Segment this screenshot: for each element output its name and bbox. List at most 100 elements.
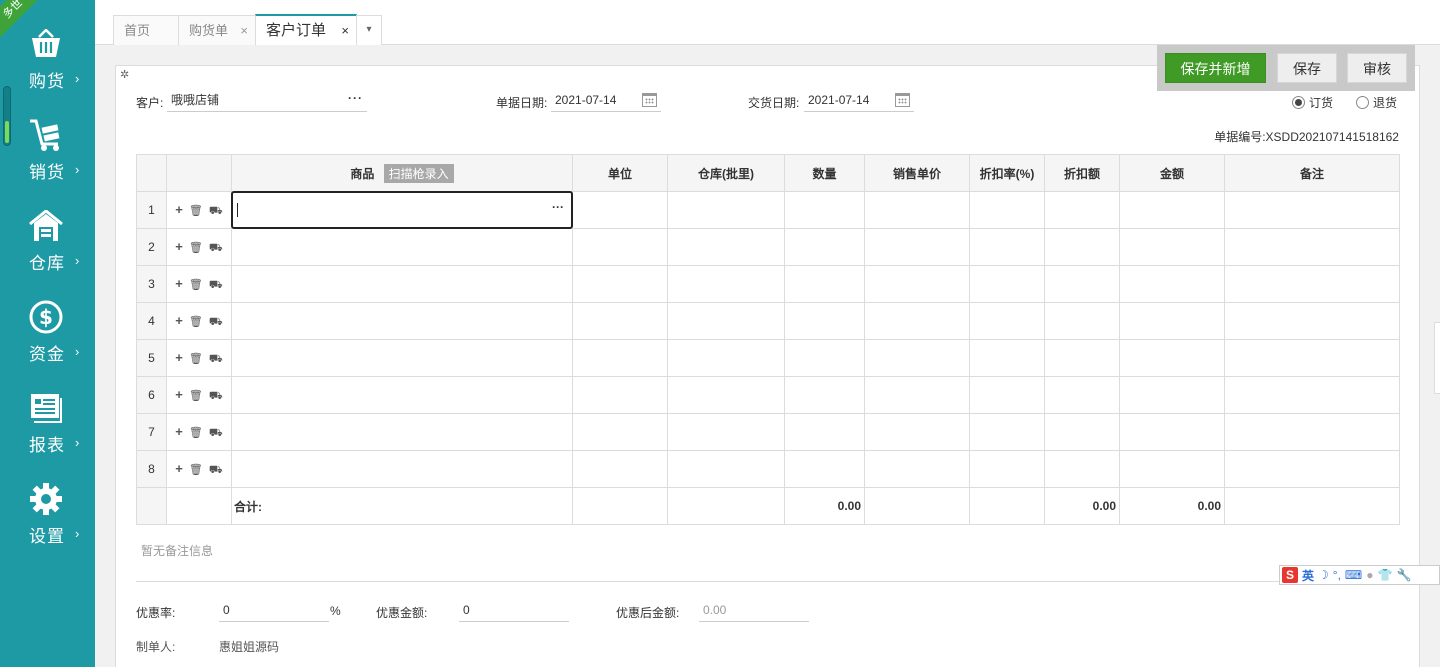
discount-amount-cell[interactable] <box>1044 265 1120 303</box>
add-row-icon[interactable]: + <box>175 202 183 217</box>
discount-rate-cell[interactable] <box>969 450 1045 488</box>
add-row-icon[interactable]: + <box>175 313 183 328</box>
settings-cog-icon[interactable]: ✲ <box>120 68 129 81</box>
amount-cell[interactable] <box>1119 450 1225 488</box>
discount-rate-cell[interactable] <box>969 339 1045 377</box>
sidebar-item-reports[interactable]: 报表 › <box>0 390 95 470</box>
unit-price-cell[interactable] <box>864 339 970 377</box>
remark-cell[interactable] <box>1224 413 1400 451</box>
delete-row-icon[interactable]: 🗑 <box>189 464 203 476</box>
unit-cell[interactable] <box>572 265 668 303</box>
remark-cell[interactable] <box>1224 191 1400 229</box>
product-cell[interactable] <box>231 302 573 340</box>
close-icon[interactable]: × <box>240 16 248 45</box>
quantity-cell[interactable] <box>784 413 865 451</box>
audit-button[interactable]: 审核 <box>1347 53 1407 83</box>
discount-amount-input[interactable]: 0 <box>459 600 569 622</box>
product-cell[interactable] <box>231 413 573 451</box>
amount-cell[interactable] <box>1119 228 1225 266</box>
more-dots-icon[interactable]: ··· <box>348 88 363 108</box>
quantity-cell[interactable] <box>784 339 865 377</box>
order-type-order-radio[interactable]: 订货 <box>1292 94 1333 111</box>
amount-cell[interactable] <box>1119 265 1225 303</box>
order-type-return-radio[interactable]: 退货 <box>1356 94 1397 111</box>
warehouse-cell[interactable] <box>667 228 785 266</box>
discount-amount-cell[interactable] <box>1044 302 1120 340</box>
unit-price-cell[interactable] <box>864 228 970 266</box>
cart-icon[interactable]: ⛟ <box>209 427 223 439</box>
quantity-cell[interactable] <box>784 265 865 303</box>
delivery-date-field[interactable]: 2021-07-14 <box>804 90 914 112</box>
more-dots-icon[interactable]: ··· <box>552 200 564 214</box>
amount-cell[interactable] <box>1119 302 1225 340</box>
add-row-icon[interactable]: + <box>175 387 183 402</box>
discount-rate-input[interactable]: 0 <box>219 600 329 622</box>
unit-cell[interactable] <box>572 450 668 488</box>
warehouse-cell[interactable] <box>667 376 785 414</box>
unit-cell[interactable] <box>572 228 668 266</box>
bill-date-field[interactable]: 2021-07-14 <box>551 90 661 112</box>
discount-amount-cell[interactable] <box>1044 339 1120 377</box>
delete-row-icon[interactable]: 🗑 <box>189 390 203 402</box>
unit-cell[interactable] <box>572 376 668 414</box>
remark-cell[interactable] <box>1224 265 1400 303</box>
quantity-cell[interactable] <box>784 450 865 488</box>
tab-more-dropdown[interactable]: ▾ <box>356 15 382 45</box>
close-icon[interactable]: × <box>341 16 349 45</box>
discount-amount-cell[interactable] <box>1044 376 1120 414</box>
warehouse-cell[interactable] <box>667 191 785 229</box>
shirt-icon[interactable]: 👕 <box>1378 568 1393 582</box>
tab-customer-order[interactable]: 客户订单 × <box>255 14 357 45</box>
cart-icon[interactable]: ⛟ <box>209 390 223 402</box>
cart-icon[interactable]: ⛟ <box>209 242 223 254</box>
amount-cell[interactable] <box>1119 413 1225 451</box>
save-and-new-button[interactable]: 保存并新增 <box>1165 53 1266 83</box>
product-cell[interactable] <box>231 376 573 414</box>
discount-amount-cell[interactable] <box>1044 450 1120 488</box>
ime-toolbar[interactable]: S 英 ☽ °, ⌨ ● 👕 🔧 <box>1279 565 1440 585</box>
product-cell[interactable] <box>231 265 573 303</box>
quantity-cell[interactable] <box>784 376 865 414</box>
unit-price-cell[interactable] <box>864 302 970 340</box>
discount-amount-cell[interactable] <box>1044 191 1120 229</box>
unit-price-cell[interactable] <box>864 191 970 229</box>
delete-row-icon[interactable]: 🗑 <box>189 242 203 254</box>
product-cell[interactable] <box>231 228 573 266</box>
save-button[interactable]: 保存 <box>1277 53 1337 83</box>
add-row-icon[interactable]: + <box>175 276 183 291</box>
remark-cell[interactable] <box>1224 339 1400 377</box>
cart-icon[interactable]: ⛟ <box>209 353 223 365</box>
add-row-icon[interactable]: + <box>175 424 183 439</box>
unit-cell[interactable] <box>572 339 668 377</box>
cart-icon[interactable]: ⛟ <box>209 279 223 291</box>
quantity-cell[interactable] <box>784 191 865 229</box>
scan-entry-button[interactable]: 扫描枪录入 <box>383 163 454 183</box>
quantity-cell[interactable] <box>784 302 865 340</box>
user-icon[interactable]: ● <box>1366 568 1373 582</box>
delete-row-icon[interactable]: 🗑 <box>189 205 203 217</box>
discount-rate-cell[interactable] <box>969 376 1045 414</box>
unit-price-cell[interactable] <box>864 450 970 488</box>
unit-cell[interactable] <box>572 191 668 229</box>
tab-purchase-order[interactable]: 购货单 × <box>178 15 256 45</box>
delete-row-icon[interactable]: 🗑 <box>189 279 203 291</box>
warehouse-cell[interactable] <box>667 450 785 488</box>
product-cell[interactable]: ··· <box>231 191 573 229</box>
product-edit-input[interactable]: ··· <box>231 191 573 229</box>
sidebar-item-purchase[interactable]: 购货 › <box>0 26 95 106</box>
customer-field[interactable]: 哦哦店铺 ··· <box>167 90 367 112</box>
wrench-icon[interactable]: 🔧 <box>1396 568 1411 582</box>
sidebar-item-funds[interactable]: $ 资金 › <box>0 299 95 379</box>
remark-cell[interactable] <box>1224 376 1400 414</box>
add-row-icon[interactable]: + <box>175 239 183 254</box>
discount-rate-cell[interactable] <box>969 265 1045 303</box>
warehouse-cell[interactable] <box>667 265 785 303</box>
product-cell[interactable] <box>231 339 573 377</box>
unit-cell[interactable] <box>572 302 668 340</box>
sidebar-item-warehouse[interactable]: 仓库 › <box>0 208 95 288</box>
remark-cell[interactable] <box>1224 302 1400 340</box>
keyboard-icon[interactable]: ⌨ <box>1345 568 1362 582</box>
amount-cell[interactable] <box>1119 339 1225 377</box>
unit-cell[interactable] <box>572 413 668 451</box>
product-cell[interactable] <box>231 450 573 488</box>
